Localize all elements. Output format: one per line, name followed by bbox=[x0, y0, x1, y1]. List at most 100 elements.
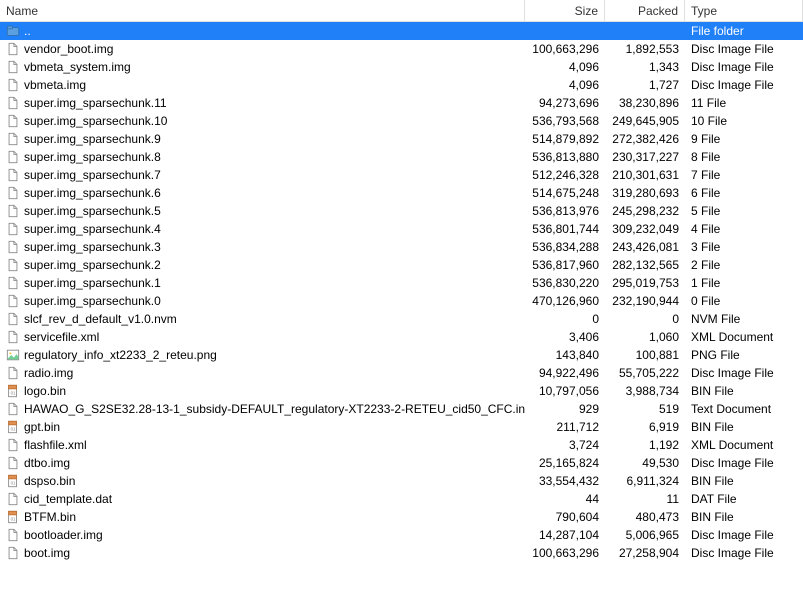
file-name: gpt.bin bbox=[24, 420, 60, 434]
file-size: 929 bbox=[525, 400, 605, 418]
file-name: slcf_rev_d_default_v1.0.nvm bbox=[24, 312, 177, 326]
file-name-cell: 01dspso.bin bbox=[0, 472, 525, 490]
file-type: 0 File bbox=[685, 292, 803, 310]
file-row[interactable]: bootloader.img14,287,1045,006,965Disc Im… bbox=[0, 526, 803, 544]
file-row[interactable]: slcf_rev_d_default_v1.0.nvm00NVM File bbox=[0, 310, 803, 328]
file-packed: 49,530 bbox=[605, 454, 685, 472]
file-row[interactable]: HAWAO_G_S2SE32.28-13-1_subsidy-DEFAULT_r… bbox=[0, 400, 803, 418]
file-row[interactable]: boot.img100,663,29627,258,904Disc Image … bbox=[0, 544, 803, 562]
file-name-cell: 01 gpt.bin bbox=[0, 418, 525, 436]
file-size: 44 bbox=[525, 490, 605, 508]
file-row[interactable]: super.img_sparsechunk.7512,246,328210,30… bbox=[0, 166, 803, 184]
file-row[interactable]: vendor_boot.img100,663,2961,892,553Disc … bbox=[0, 40, 803, 58]
file-row[interactable]: .. File folder bbox=[0, 22, 803, 40]
file-name-cell: super.img_sparsechunk.11 bbox=[0, 94, 525, 112]
file-name-cell: 01logo.bin bbox=[0, 382, 525, 400]
file-packed: 1,060 bbox=[605, 328, 685, 346]
file-size: 33,554,432 bbox=[525, 472, 605, 490]
file-row[interactable]: 01logo.bin10,797,0563,988,734BIN File bbox=[0, 382, 803, 400]
file-size: 211,712 bbox=[525, 418, 605, 436]
file-list: .. File foldervendor_boot.img100,663,2961… bbox=[0, 22, 803, 562]
file-row[interactable]: super.img_sparsechunk.2536,817,960282,13… bbox=[0, 256, 803, 274]
file-icon bbox=[6, 150, 20, 164]
file-type: 9 File bbox=[685, 130, 803, 148]
file-row[interactable]: radio.img94,922,49655,705,222Disc Image … bbox=[0, 364, 803, 382]
file-size: 536,801,744 bbox=[525, 220, 605, 238]
file-name-cell: servicefile.xml bbox=[0, 328, 525, 346]
file-row[interactable]: super.img_sparsechunk.1536,830,220295,01… bbox=[0, 274, 803, 292]
file-row[interactable]: super.img_sparsechunk.10536,793,568249,6… bbox=[0, 112, 803, 130]
file-type: DAT File bbox=[685, 490, 803, 508]
file-row[interactable]: super.img_sparsechunk.8536,813,880230,31… bbox=[0, 148, 803, 166]
file-row[interactable]: flashfile.xml3,7241,192XML Document bbox=[0, 436, 803, 454]
file-row[interactable]: cid_template.dat4411DAT File bbox=[0, 490, 803, 508]
column-header-name[interactable]: Name bbox=[0, 0, 525, 21]
file-name: super.img_sparsechunk.6 bbox=[24, 186, 161, 200]
file-size: 94,922,496 bbox=[525, 364, 605, 382]
file-name-cell: super.img_sparsechunk.8 bbox=[0, 148, 525, 166]
file-type: File folder bbox=[685, 22, 803, 40]
file-row[interactable]: vbmeta_system.img4,0961,343Disc Image Fi… bbox=[0, 58, 803, 76]
file-name-cell: slcf_rev_d_default_v1.0.nvm bbox=[0, 310, 525, 328]
file-row[interactable]: 01dspso.bin33,554,4326,911,324BIN File bbox=[0, 472, 803, 490]
file-icon bbox=[6, 528, 20, 542]
file-row[interactable]: vbmeta.img4,0961,727Disc Image File bbox=[0, 76, 803, 94]
column-header-size[interactable]: Size bbox=[525, 0, 605, 21]
file-row[interactable]: 01BTFM.bin790,604480,473BIN File bbox=[0, 508, 803, 526]
file-type: Disc Image File bbox=[685, 454, 803, 472]
file-row[interactable]: 01gpt.bin211,7126,919BIN File bbox=[0, 418, 803, 436]
file-packed: 519 bbox=[605, 400, 685, 418]
file-row[interactable]: super.img_sparsechunk.6514,675,248319,28… bbox=[0, 184, 803, 202]
file-packed: 232,190,944 bbox=[605, 292, 685, 310]
file-packed: 6,911,324 bbox=[605, 472, 685, 490]
file-icon bbox=[6, 294, 20, 308]
file-name-cell: super.img_sparsechunk.5 bbox=[0, 202, 525, 220]
file-type: 3 File bbox=[685, 238, 803, 256]
file-row[interactable]: super.img_sparsechunk.3536,834,288243,42… bbox=[0, 238, 803, 256]
file-packed: 295,019,753 bbox=[605, 274, 685, 292]
file-icon bbox=[6, 60, 20, 74]
svg-text:01: 01 bbox=[11, 481, 16, 486]
file-name: boot.img bbox=[24, 546, 70, 560]
file-name-cell: super.img_sparsechunk.10 bbox=[0, 112, 525, 130]
file-packed: 55,705,222 bbox=[605, 364, 685, 382]
file-size: 514,675,248 bbox=[525, 184, 605, 202]
file-size: 536,793,568 bbox=[525, 112, 605, 130]
file-name: radio.img bbox=[24, 366, 73, 380]
column-header-row: Name Size Packed Type bbox=[0, 0, 803, 22]
file-name-cell: vbmeta_system.img bbox=[0, 58, 525, 76]
file-icon bbox=[6, 222, 20, 236]
file-type: 11 File bbox=[685, 94, 803, 112]
file-packed: 230,317,227 bbox=[605, 148, 685, 166]
file-type: Disc Image File bbox=[685, 58, 803, 76]
file-icon bbox=[6, 438, 20, 452]
file-name-cell: regulatory_info_xt2233_2_reteu.png bbox=[0, 346, 525, 364]
column-header-packed[interactable]: Packed bbox=[605, 0, 685, 21]
file-size: 100,663,296 bbox=[525, 544, 605, 562]
file-row[interactable]: dtbo.img25,165,82449,530Disc Image File bbox=[0, 454, 803, 472]
file-packed: 100,881 bbox=[605, 346, 685, 364]
file-name-cell: super.img_sparsechunk.2 bbox=[0, 256, 525, 274]
bin-icon: 01 bbox=[6, 420, 20, 434]
file-type: BIN File bbox=[685, 508, 803, 526]
file-type: 2 File bbox=[685, 256, 803, 274]
file-row[interactable]: super.img_sparsechunk.0470,126,960232,19… bbox=[0, 292, 803, 310]
file-row[interactable]: super.img_sparsechunk.9514,879,892272,38… bbox=[0, 130, 803, 148]
file-packed: 38,230,896 bbox=[605, 94, 685, 112]
file-type: Disc Image File bbox=[685, 544, 803, 562]
file-row[interactable]: super.img_sparsechunk.5536,813,976245,29… bbox=[0, 202, 803, 220]
file-row[interactable]: servicefile.xml3,4061,060XML Document bbox=[0, 328, 803, 346]
file-name-cell: HAWAO_G_S2SE32.28-13-1_subsidy-DEFAULT_r… bbox=[0, 400, 525, 418]
column-header-type[interactable]: Type bbox=[685, 0, 803, 21]
file-name-cell: .. bbox=[0, 22, 525, 40]
file-size: 3,724 bbox=[525, 436, 605, 454]
file-packed: 309,232,049 bbox=[605, 220, 685, 238]
file-row[interactable]: regulatory_info_xt2233_2_reteu.png143,84… bbox=[0, 346, 803, 364]
file-row[interactable]: super.img_sparsechunk.4536,801,744309,23… bbox=[0, 220, 803, 238]
file-icon bbox=[6, 492, 20, 506]
file-row[interactable]: super.img_sparsechunk.1194,273,69638,230… bbox=[0, 94, 803, 112]
file-name-cell: dtbo.img bbox=[0, 454, 525, 472]
file-icon bbox=[6, 96, 20, 110]
file-size: 536,834,288 bbox=[525, 238, 605, 256]
file-packed: 1,343 bbox=[605, 58, 685, 76]
